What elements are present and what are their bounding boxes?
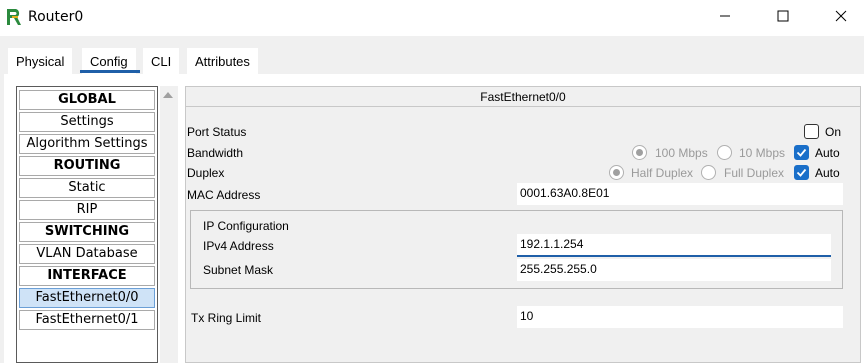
ipv4-address-label: IPv4 Address <box>203 239 274 253</box>
tab-cli[interactable]: CLI <box>143 48 180 74</box>
port-status-on-label: On <box>825 125 842 139</box>
nav-item-settings[interactable]: Settings <box>19 112 155 132</box>
checkmark-icon <box>796 148 807 157</box>
nav-item-vlan-database[interactable]: VLAN Database <box>19 244 155 264</box>
tab-attributes[interactable]: Attributes <box>187 48 258 74</box>
bandwidth-label: Bandwidth <box>187 146 244 160</box>
bandwidth-auto-checkbox[interactable] <box>794 145 809 160</box>
panel-title: FastEthernet0/0 <box>186 87 860 107</box>
port-status-label: Port Status <box>187 125 247 139</box>
minimize-icon <box>719 10 731 25</box>
duplex-auto-checkbox[interactable] <box>794 165 809 180</box>
close-button[interactable] <box>818 0 864 34</box>
nav-item-static[interactable]: Static <box>19 178 155 198</box>
duplex-full-radio[interactable] <box>701 165 716 180</box>
router-app-icon <box>4 7 24 27</box>
nav-item-rip[interactable]: RIP <box>19 200 155 220</box>
nav-header-switching: SWITCHING <box>19 222 155 242</box>
duplex-full-label: Full Duplex <box>724 166 785 180</box>
bandwidth-10-radio[interactable] <box>717 145 732 160</box>
scroll-up-arrow-icon[interactable] <box>163 92 173 98</box>
bandwidth-100-radio[interactable] <box>632 145 647 160</box>
title-bar: Router0 <box>0 0 864 36</box>
checkmark-icon <box>796 168 807 177</box>
port-status-on-checkbox[interactable] <box>804 124 819 139</box>
active-tab-indicator <box>80 70 140 73</box>
window-title: Router0 <box>28 9 84 25</box>
tx-ring-limit-field[interactable]: 10 <box>517 306 843 328</box>
tx-ring-limit-label: Tx Ring Limit <box>191 311 262 325</box>
maximize-button[interactable] <box>760 0 806 34</box>
duplex-auto-label: Auto <box>815 166 840 180</box>
nav-item-algorithm-settings[interactable]: Algorithm Settings <box>19 134 155 154</box>
nav-header-global: GLOBAL <box>19 90 155 110</box>
ip-configuration-title: IP Configuration <box>203 219 289 233</box>
bandwidth-100-label: 100 Mbps <box>655 146 708 160</box>
config-nav-list: GLOBAL Settings Algorithm Settings ROUTI… <box>16 86 158 363</box>
bandwidth-auto-label: Auto <box>815 146 840 160</box>
nav-header-routing: ROUTING <box>19 156 155 176</box>
duplex-half-radio[interactable] <box>609 165 624 180</box>
tab-bar: Physical Config CLI Attributes <box>0 36 864 74</box>
nav-header-interface: INTERFACE <box>19 266 155 286</box>
duplex-half-label: Half Duplex <box>631 166 694 180</box>
nav-item-fastethernet0-1[interactable]: FastEthernet0/1 <box>19 310 155 330</box>
bandwidth-10-label: 10 Mbps <box>739 146 786 160</box>
duplex-label: Duplex <box>187 166 225 180</box>
tab-physical[interactable]: Physical <box>8 48 73 74</box>
close-icon <box>835 10 847 25</box>
nav-scrollbar[interactable] <box>160 86 178 363</box>
ipv4-address-field[interactable]: 192.1.1.254 <box>517 234 831 257</box>
nav-item-fastethernet0-0[interactable]: FastEthernet0/0 <box>19 288 155 308</box>
subnet-mask-label: Subnet Mask <box>203 263 274 277</box>
mac-address-label: MAC Address <box>187 188 261 202</box>
subnet-mask-field[interactable]: 255.255.255.0 <box>517 259 831 281</box>
maximize-icon <box>777 10 789 25</box>
minimize-button[interactable] <box>702 0 748 34</box>
mac-address-field[interactable]: 0001.63A0.8E01 <box>517 183 843 205</box>
